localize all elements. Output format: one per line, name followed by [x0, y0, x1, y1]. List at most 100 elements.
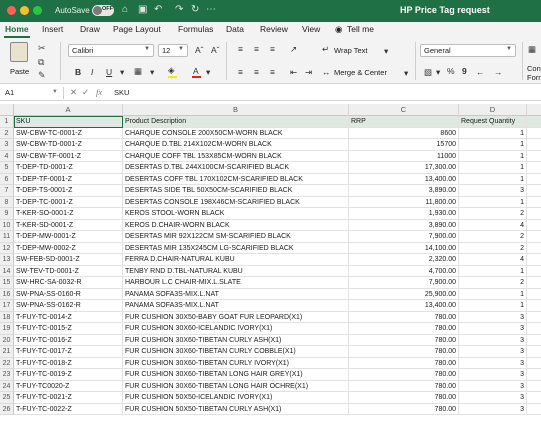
tell-me-search[interactable]: Tell me [347, 24, 374, 34]
table-cell[interactable]: T-FUY-TC-0014-Z [14, 311, 123, 323]
row-number[interactable]: 20 [0, 334, 14, 346]
conditional-formatting-icon[interactable]: ▦ [528, 44, 536, 54]
increase-indent-icon[interactable]: ⇥ [305, 67, 312, 77]
row-number[interactable]: 12 [0, 242, 14, 254]
table-cell[interactable]: SW-TEV-TD-0001-Z [14, 265, 123, 277]
table-cell[interactable]: 1 [459, 127, 527, 139]
table-cell[interactable]: 4 [459, 219, 527, 231]
row-number[interactable]: 1 [0, 116, 14, 128]
table-cell[interactable] [527, 197, 541, 208]
bold-button[interactable]: B [75, 67, 81, 77]
table-cell[interactable]: 2 [459, 231, 527, 243]
header-cell[interactable]: Request Quantity [459, 116, 527, 128]
table-cell[interactable]: DESERTAS MIR 135X245CM LG-SCARIFIED BLAC… [123, 242, 349, 254]
table-cell[interactable]: 11,800.00 [349, 196, 459, 208]
table-cell[interactable]: FUR CUSHION 50X50-TIBETAN CURLY ASH(X1) [123, 403, 349, 415]
currency-icon[interactable]: ▧ [424, 67, 432, 77]
minimize-window-button[interactable] [20, 6, 29, 15]
tab-home[interactable]: Home [5, 24, 29, 34]
row-number[interactable]: 23 [0, 369, 14, 381]
table-cell[interactable]: SW-PNA-SS-0160-R [14, 288, 123, 300]
table-cell[interactable]: 780.00 [349, 403, 459, 415]
table-cell[interactable]: CHARQUE COFF TBL 153X85CM-WORN BLACK [123, 150, 349, 162]
row-number[interactable]: 25 [0, 392, 14, 404]
italic-button[interactable]: I [91, 67, 93, 77]
wrap-text-button[interactable]: Wrap Text [334, 46, 368, 55]
row-number[interactable]: 8 [0, 196, 14, 208]
row-number[interactable]: 22 [0, 357, 14, 369]
row-number[interactable]: 24 [0, 380, 14, 392]
row-number[interactable]: 18 [0, 311, 14, 323]
table-cell[interactable]: 1 [459, 265, 527, 277]
table-cell[interactable]: FUR CUSHION 30X60-TIBETAN CURLY ASH(X1) [123, 334, 349, 346]
table-cell[interactable]: FUR CUSHION 30X60-TIBETAN LONG HAIR OCHR… [123, 380, 349, 392]
table-cell[interactable]: 780.00 [349, 346, 459, 358]
table-cell[interactable] [527, 289, 541, 300]
row-number[interactable]: 6 [0, 173, 14, 185]
autosave-toggle[interactable]: OFF [92, 5, 114, 16]
row-number[interactable]: 7 [0, 185, 14, 197]
number-format-select[interactable]: General ▼ [420, 44, 516, 57]
header-cell[interactable]: SKU [14, 116, 123, 128]
chevron-down-icon[interactable]: ▾ [384, 46, 388, 56]
table-cell[interactable]: HARBOUR L.C CHAIR-MIX.L.SLATE [123, 277, 349, 289]
chevron-down-icon[interactable]: ▾ [120, 67, 124, 77]
conditional-formatting-label-1[interactable]: Con [527, 64, 541, 73]
shrink-font-button[interactable]: Aˇ [211, 45, 220, 55]
table-cell[interactable]: 1 [459, 139, 527, 151]
table-cell[interactable]: SW-PNA-SS-0162-R [14, 300, 123, 312]
table-cell[interactable]: 2 [459, 242, 527, 254]
table-cell[interactable]: FUR CUSHION 30X60-ICELANDIC IVORY(X1) [123, 323, 349, 335]
confirm-entry-icon[interactable]: ✓ [82, 87, 89, 98]
table-cell[interactable]: 4 [459, 254, 527, 266]
row-number[interactable]: 3 [0, 139, 14, 151]
table-cell[interactable]: T-FUY-TC-0019-Z [14, 369, 123, 381]
paste-icon[interactable] [10, 42, 28, 62]
table-cell[interactable] [527, 185, 541, 197]
table-cell[interactable]: FUR CUSHION 30X60-TIBETAN CURLY IVORY(X1… [123, 357, 349, 369]
table-cell[interactable]: T-DEP-TC-0001-Z [14, 196, 123, 208]
table-cell[interactable]: 3 [459, 369, 527, 381]
table-cell[interactable]: 2 [459, 208, 527, 220]
align-middle-icon[interactable]: ≡ [254, 44, 259, 54]
table-cell[interactable]: 3 [459, 185, 527, 197]
table-cell[interactable]: PANAMA SOFA3S-MIX.L.NAT [123, 288, 349, 300]
underline-button[interactable]: U [106, 67, 112, 77]
conditional-formatting-label-2[interactable]: Form [527, 73, 541, 82]
table-cell[interactable] [527, 208, 541, 220]
table-cell[interactable]: T-FUY-TC-0016-Z [14, 334, 123, 346]
table-cell[interactable]: 1 [459, 162, 527, 174]
table-cell[interactable]: 4,700.00 [349, 265, 459, 277]
table-cell[interactable] [527, 231, 541, 243]
row-number[interactable]: 21 [0, 346, 14, 358]
table-cell[interactable] [527, 243, 541, 254]
tab-draw[interactable]: Draw [80, 24, 100, 34]
align-top-icon[interactable]: ≡ [238, 44, 243, 54]
table-cell[interactable]: T-FUY-TC-0015-Z [14, 323, 123, 335]
table-cell[interactable]: 2 [459, 277, 527, 289]
table-cell[interactable]: CHARQUE CONSOLE 200X50CM-WORN BLACK [123, 127, 349, 139]
table-cell[interactable]: FUR CUSHION 30X60-TIBETAN CURLY COBBLE(X… [123, 346, 349, 358]
table-cell[interactable]: SW-CBW-TC-0001-Z [14, 127, 123, 139]
table-cell[interactable]: 13,400.00 [349, 173, 459, 185]
table-cell[interactable]: 1 [459, 173, 527, 185]
table-cell[interactable]: PANAMA SOFA3S-MIX.L.NAT [123, 300, 349, 312]
decrease-decimal-icon[interactable]: → [494, 67, 503, 77]
column-header-b[interactable]: B [123, 104, 349, 116]
tab-insert[interactable]: Insert [42, 24, 63, 34]
table-cell[interactable]: 780.00 [349, 323, 459, 335]
row-number[interactable]: 26 [0, 403, 14, 415]
table-cell[interactable] [527, 139, 541, 151]
redo-icon[interactable]: ↷ [175, 4, 183, 16]
table-cell[interactable] [527, 266, 541, 277]
zoom-window-button[interactable] [33, 6, 42, 15]
table-cell[interactable]: 2,320.00 [349, 254, 459, 266]
table-cell[interactable]: SW-FEB-SD-0001-Z [14, 254, 123, 266]
formula-input[interactable]: SKU [114, 88, 129, 97]
table-cell[interactable]: 13,400.00 [349, 300, 459, 312]
table-cell[interactable]: FERRA D.CHAIR-NATURAL KUBU [123, 254, 349, 266]
chevron-down-icon[interactable]: ▼ [52, 89, 58, 95]
row-number[interactable]: 11 [0, 231, 14, 243]
align-center-icon[interactable]: ≡ [254, 67, 259, 77]
table-cell[interactable]: T-KER-SD-0001-Z [14, 219, 123, 231]
